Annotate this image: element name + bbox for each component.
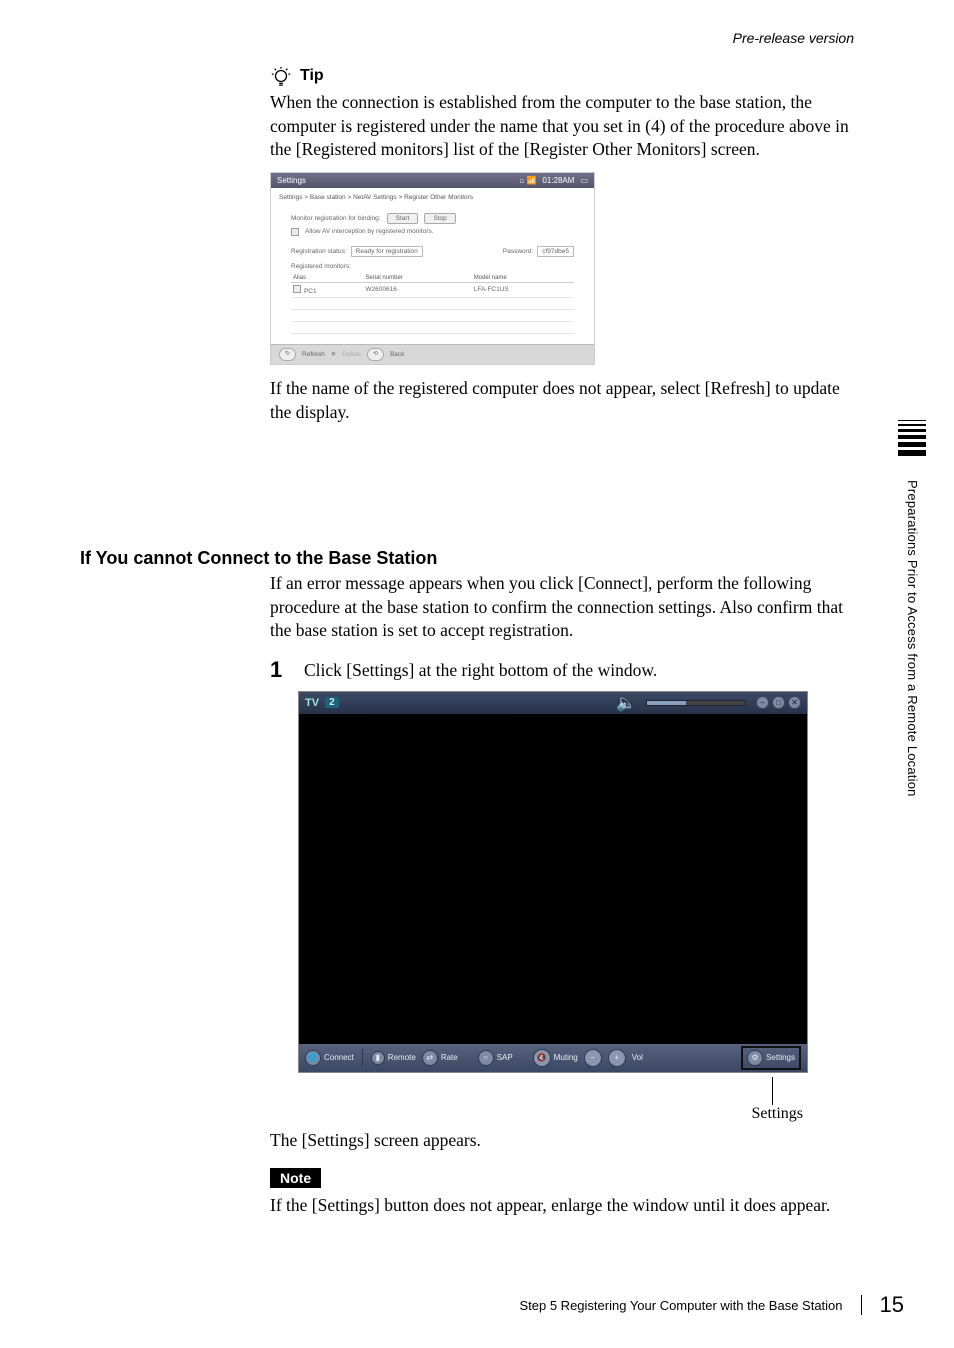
rate-button[interactable]: ⇄ Rate bbox=[422, 1050, 458, 1066]
settings-screenshot: Settings ⌂ 📶 01:28AM ▭ Settings > Base s… bbox=[270, 172, 595, 365]
password-field: cf97dbe5 bbox=[537, 246, 574, 257]
settings-clock: 01:28AM bbox=[542, 176, 574, 185]
breadcrumb: Settings > Base station > NetAV Settings… bbox=[271, 188, 594, 205]
monitor-reg-label: Monitor registration for binding: bbox=[291, 215, 381, 222]
note-badge: Note bbox=[270, 1168, 321, 1188]
sap-icon: ○ bbox=[478, 1050, 494, 1066]
battery-icon: ▭ bbox=[580, 176, 588, 185]
refresh-hint: If the name of the registered computer d… bbox=[270, 377, 850, 424]
side-thumb-index bbox=[898, 420, 926, 459]
vol-up-button[interactable]: + bbox=[608, 1049, 626, 1067]
tip-body: When the connection is established from … bbox=[270, 91, 850, 162]
remote-label: Remote bbox=[388, 1053, 416, 1062]
reg-status-field: Ready for registration bbox=[351, 246, 423, 257]
close-button[interactable]: ✕ bbox=[788, 696, 801, 709]
refresh-icon[interactable]: ↻ bbox=[279, 348, 296, 361]
monitors-table: Alias Serial number Model name PC1 W2600… bbox=[291, 274, 574, 334]
tv-channel: 2 bbox=[325, 697, 339, 708]
tv-screen-area bbox=[299, 714, 807, 1044]
vol-down-button[interactable]: − bbox=[584, 1049, 602, 1067]
tip-heading: Tip bbox=[300, 67, 324, 85]
remote-button[interactable]: ▮ Remote bbox=[371, 1051, 416, 1065]
remote-icon: ▮ bbox=[371, 1051, 385, 1065]
stop-button[interactable]: Stop bbox=[424, 213, 455, 224]
minimize-button[interactable]: – bbox=[756, 696, 769, 709]
muting-label: Muting bbox=[554, 1053, 578, 1062]
step-1-text: Click [Settings] at the right bottom of … bbox=[304, 659, 850, 683]
section-tab: Preparations Prior to Access from a Remo… bbox=[905, 480, 920, 797]
connect-icon: 🌐 bbox=[305, 1050, 321, 1066]
cell-model: LFA-FC1US bbox=[472, 282, 574, 297]
delete-icon: ✕ bbox=[331, 350, 336, 358]
maximize-button[interactable]: □ bbox=[772, 696, 785, 709]
muting-icon: 🔇 bbox=[533, 1049, 551, 1067]
footer-divider bbox=[861, 1295, 862, 1315]
sub-intro-text: If an error message appears when you cli… bbox=[270, 572, 850, 643]
connect-button[interactable]: 🌐 Connect bbox=[305, 1050, 354, 1066]
plus-icon: + bbox=[608, 1049, 626, 1067]
speaker-icon: 🔈 bbox=[616, 693, 636, 713]
volume-meter bbox=[646, 700, 746, 706]
registered-monitors-label: Registered monitors: bbox=[291, 263, 351, 270]
prerelease-label: Pre-release version bbox=[733, 30, 854, 46]
step-1-number: 1 bbox=[270, 659, 286, 683]
reg-status-label: Registration status: bbox=[291, 248, 347, 255]
cannot-connect-heading: If You cannot Connect to the Base Statio… bbox=[80, 548, 437, 569]
settings-screen-text: The [Settings] screen appears. bbox=[270, 1129, 850, 1153]
refresh-button[interactable]: Refresh bbox=[302, 351, 325, 358]
allow-av-checkbox[interactable] bbox=[291, 228, 299, 236]
page-number: 15 bbox=[880, 1292, 904, 1318]
password-label: Password: bbox=[503, 248, 533, 255]
sap-button[interactable]: ○ SAP bbox=[478, 1050, 513, 1066]
connect-label: Connect bbox=[324, 1053, 354, 1062]
minus-icon: − bbox=[584, 1049, 602, 1067]
delete-button: Delete bbox=[342, 351, 361, 358]
muting-button[interactable]: 🔇 Muting bbox=[533, 1049, 578, 1067]
wifi-icon: ⌂ 📶 bbox=[519, 176, 536, 185]
vol-label: Vol bbox=[632, 1053, 643, 1062]
settings-button[interactable]: Settings bbox=[766, 1053, 795, 1062]
tv-title: TV bbox=[305, 697, 319, 709]
settings-callout: Settings bbox=[751, 1105, 803, 1123]
col-model: Model name bbox=[472, 274, 574, 283]
tv-window-screenshot: TV 2 🔈 – □ ✕ 🌐 Connect bbox=[298, 691, 808, 1073]
back-button[interactable]: Back bbox=[390, 351, 404, 358]
col-serial: Serial number bbox=[363, 274, 471, 283]
table-row bbox=[291, 309, 574, 321]
cell-alias: PC1 bbox=[304, 288, 317, 295]
table-row[interactable]: PC1 W2600616 LFA-FC1US bbox=[291, 282, 574, 297]
allow-av-label: Allow AV interception by registered moni… bbox=[305, 228, 434, 235]
rate-label: Rate bbox=[441, 1053, 458, 1062]
settings-button-highlight: ⚙ Settings bbox=[741, 1046, 801, 1070]
settings-icon[interactable]: ⚙ bbox=[747, 1050, 763, 1066]
sap-label: SAP bbox=[497, 1053, 513, 1062]
row-select[interactable] bbox=[293, 285, 301, 293]
settings-title: Settings bbox=[277, 176, 306, 185]
col-alias: Alias bbox=[291, 274, 363, 283]
rate-icon: ⇄ bbox=[422, 1050, 438, 1066]
footer-step-title: Step 5 Registering Your Computer with th… bbox=[519, 1298, 842, 1313]
table-row bbox=[291, 297, 574, 309]
tip-icon bbox=[270, 65, 292, 87]
note-body: If the [Settings] button does not appear… bbox=[270, 1194, 850, 1218]
cell-serial: W2600616 bbox=[363, 282, 471, 297]
start-button[interactable]: Start bbox=[387, 213, 419, 224]
divider bbox=[362, 1049, 363, 1067]
back-icon[interactable]: ⟲ bbox=[367, 348, 384, 361]
table-row bbox=[291, 321, 574, 333]
